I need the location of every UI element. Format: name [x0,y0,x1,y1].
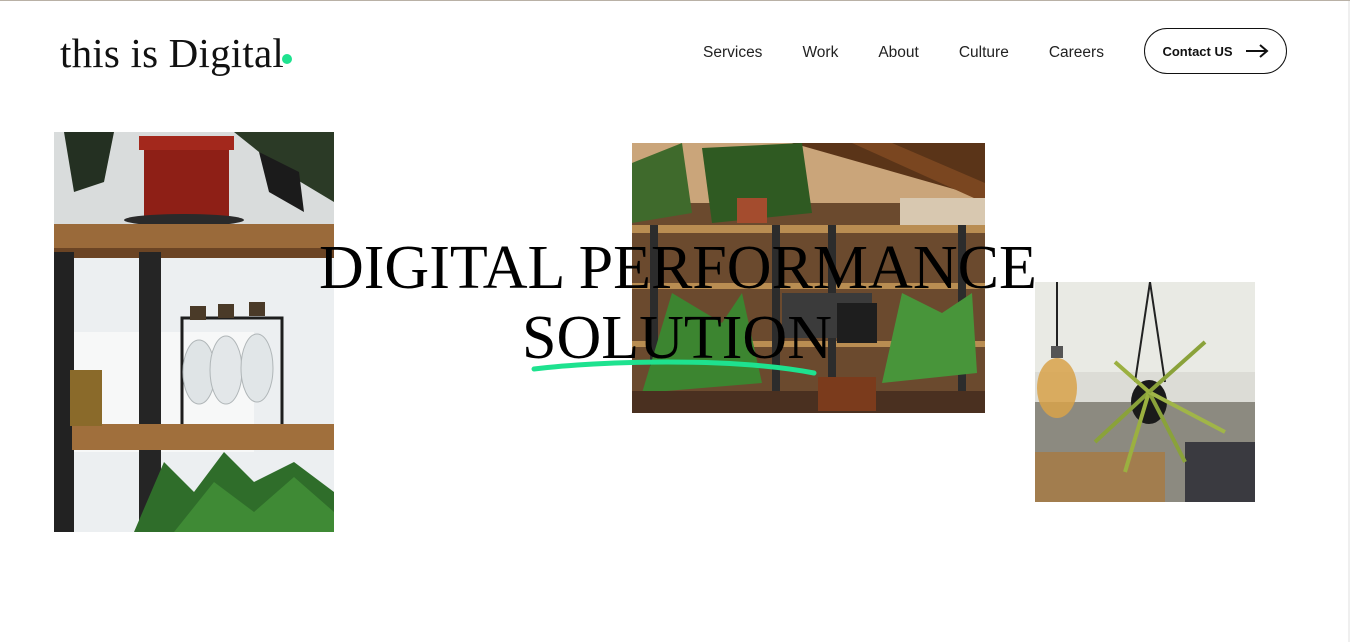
contact-us-label: Contact US [1162,43,1233,59]
main-nav: Services Work About Culture Careers [703,44,1104,62]
arrow-right-icon [1245,44,1269,58]
nav-careers[interactable]: Careers [1049,44,1104,62]
contact-us-button[interactable]: Contact US [1144,28,1287,74]
hero-title-line1: DIGITAL PERFORMANCE [319,234,1037,302]
nav-about[interactable]: About [878,44,919,62]
hanging-plant-photo [1035,282,1255,502]
shelf-plants-photo [54,132,334,532]
nav-work[interactable]: Work [802,44,838,62]
logo-dot-icon [282,54,292,64]
hero-underline [531,359,817,376]
nav-services[interactable]: Services [703,44,762,62]
logo[interactable]: this is Digital [60,29,284,77]
nav-culture[interactable]: Culture [959,44,1009,62]
